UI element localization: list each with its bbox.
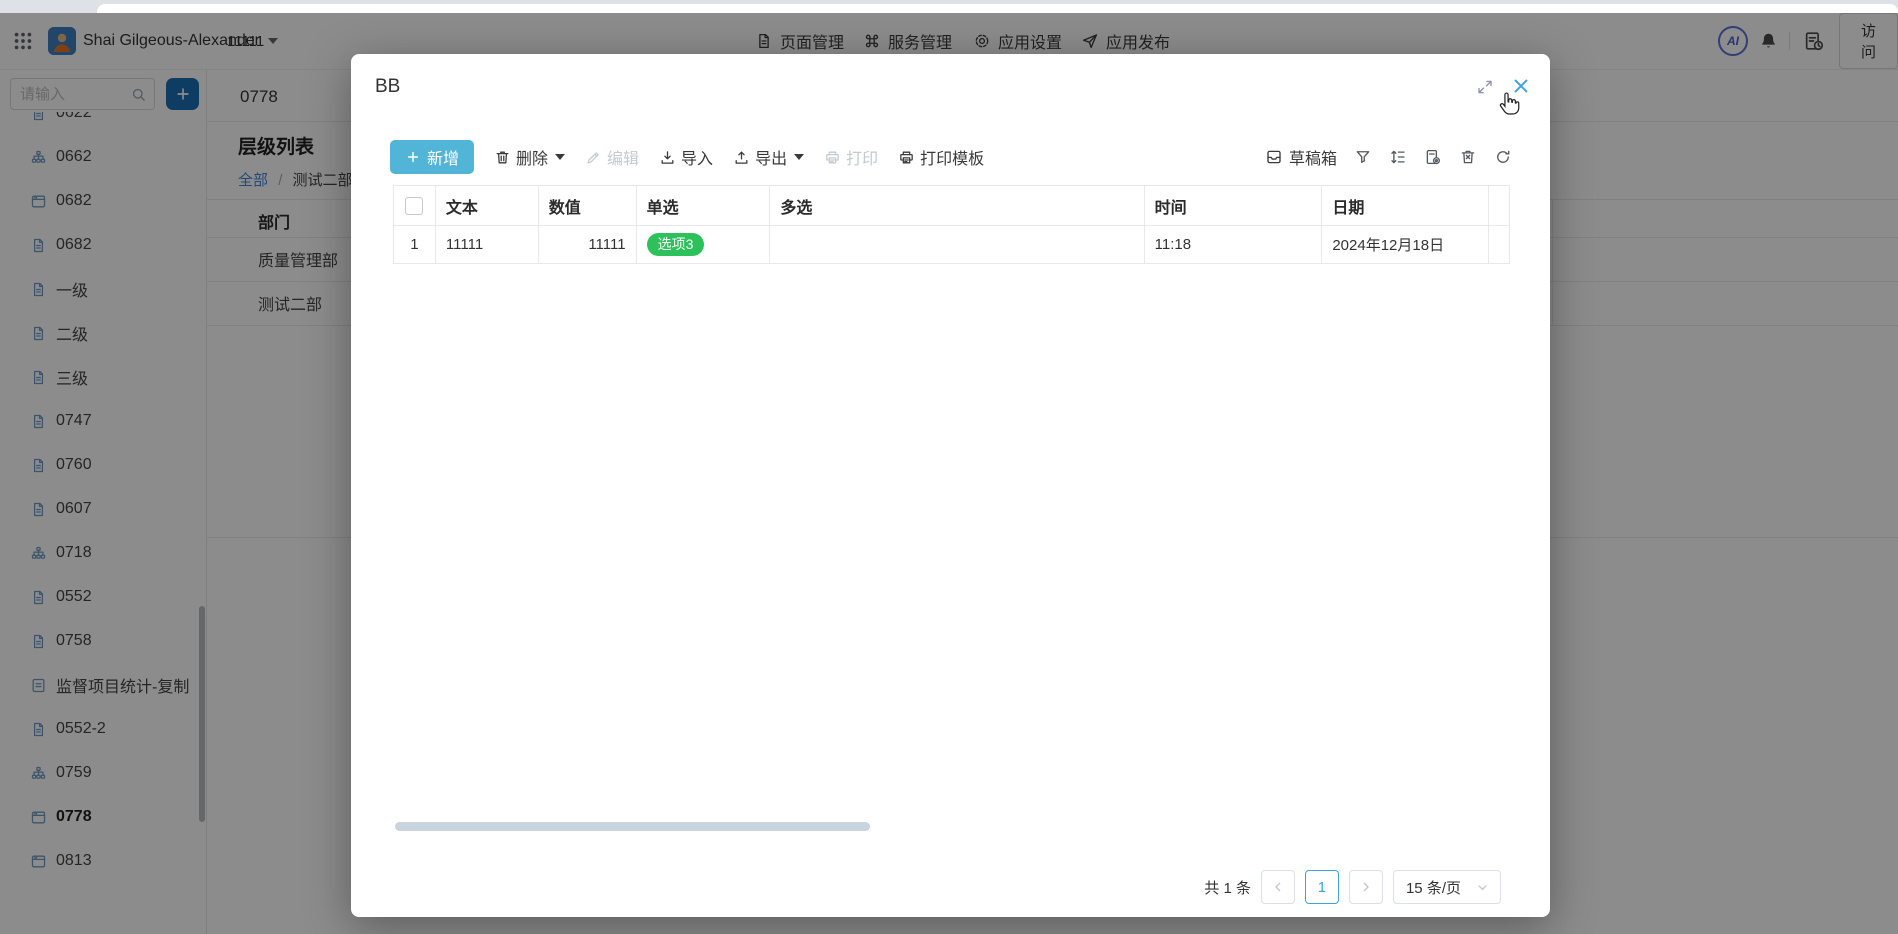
- import-label: 导入: [681, 145, 713, 169]
- chevron-left-icon: [1270, 879, 1286, 895]
- column-header-number: 数值: [539, 186, 637, 225]
- page-size-value: 15 条/页: [1406, 877, 1461, 898]
- select-all-checkbox[interactable]: [405, 197, 423, 215]
- status-badge: 选项3: [647, 233, 705, 256]
- print-label: 打印: [846, 145, 878, 169]
- next-page-button[interactable]: [1349, 870, 1383, 904]
- page-size-select[interactable]: 15 条/页: [1393, 870, 1501, 904]
- chevron-right-icon: [1358, 879, 1374, 895]
- refresh-icon[interactable]: [1494, 148, 1512, 166]
- edit-button[interactable]: 编辑: [585, 145, 639, 169]
- pagination: 共 1 条 1 15 条/页: [1204, 870, 1501, 904]
- expand-icon[interactable]: [1476, 78, 1494, 96]
- row-text-cell: 11111: [436, 226, 539, 263]
- pencil-icon: [585, 149, 602, 166]
- column-header-single-select: 单选: [637, 186, 771, 225]
- column-header-date: 日期: [1322, 186, 1489, 225]
- spacer-cell: [1489, 186, 1509, 225]
- export-label: 导出: [755, 145, 787, 169]
- recycle-bin-icon[interactable]: [1459, 148, 1477, 166]
- column-header-time: 时间: [1145, 186, 1323, 225]
- modal-title: BB: [375, 76, 400, 98]
- header-checkbox-cell: [394, 186, 436, 225]
- column-header-text: 文本: [436, 186, 539, 225]
- add-label: 新增: [427, 145, 459, 169]
- table-row[interactable]: 1 11111 11111 选项3 11:18 2024年12月18日: [393, 226, 1510, 264]
- screen: Shai Gilgeous-Alexander 11111 页面管理 服务管理 …: [0, 0, 1898, 934]
- printer-icon: [824, 149, 841, 166]
- caret-down-icon: [794, 154, 804, 160]
- draftbox-button[interactable]: 草稿箱: [1265, 145, 1337, 169]
- sort-columns-icon[interactable]: [1389, 148, 1407, 166]
- row-multi-select-cell: [770, 226, 1144, 263]
- modal-toolbar-right: 草稿箱: [1265, 140, 1512, 174]
- row-index-cell: 1: [394, 226, 436, 263]
- prev-page-button[interactable]: [1261, 870, 1295, 904]
- row-single-select-cell: 选项3: [637, 226, 771, 263]
- page-number-button[interactable]: 1: [1305, 870, 1339, 904]
- plus-icon: [405, 149, 421, 165]
- draftbox-icon: [1265, 148, 1283, 166]
- table-header-row: 文本 数值 单选 多选 时间 日期: [393, 185, 1510, 226]
- printer-icon: [898, 149, 915, 166]
- print-button[interactable]: 打印: [824, 145, 878, 169]
- filter-icon[interactable]: [1354, 148, 1372, 166]
- row-number-cell: 11111: [539, 226, 637, 263]
- column-header-multi-select: 多选: [770, 186, 1144, 225]
- print-template-button[interactable]: 打印模板: [898, 145, 984, 169]
- import-icon: [659, 149, 676, 166]
- horizontal-scrollbar[interactable]: [395, 822, 870, 831]
- template-settings-icon[interactable]: [1424, 148, 1442, 166]
- row-time-cell: 11:18: [1145, 226, 1323, 263]
- chevron-down-icon: [1475, 880, 1490, 895]
- spacer-cell: [1489, 226, 1509, 263]
- print-template-label: 打印模板: [920, 145, 984, 169]
- browser-chrome-strip: [0, 0, 1898, 13]
- add-record-button[interactable]: 新增: [390, 140, 474, 174]
- row-date-cell: 2024年12月18日: [1322, 226, 1489, 263]
- delete-label: 删除: [516, 145, 548, 169]
- export-icon: [733, 149, 750, 166]
- browser-tab-bottom: [97, 4, 1898, 13]
- import-button[interactable]: 导入: [659, 145, 713, 169]
- delete-button[interactable]: 删除: [494, 145, 565, 169]
- records-table: 文本 数值 单选 多选 时间 日期 1 11111 11111 选项3 11:1…: [393, 185, 1510, 264]
- export-button[interactable]: 导出: [733, 145, 804, 169]
- trash-icon: [494, 149, 511, 166]
- total-count-label: 共 1 条: [1204, 877, 1251, 898]
- draftbox-label: 草稿箱: [1289, 145, 1337, 169]
- mouse-cursor: [1496, 90, 1524, 118]
- edit-label: 编辑: [607, 145, 639, 169]
- caret-down-icon: [555, 154, 565, 160]
- modal-dialog: BB 新增 删除 编辑 导入 导出: [351, 54, 1550, 917]
